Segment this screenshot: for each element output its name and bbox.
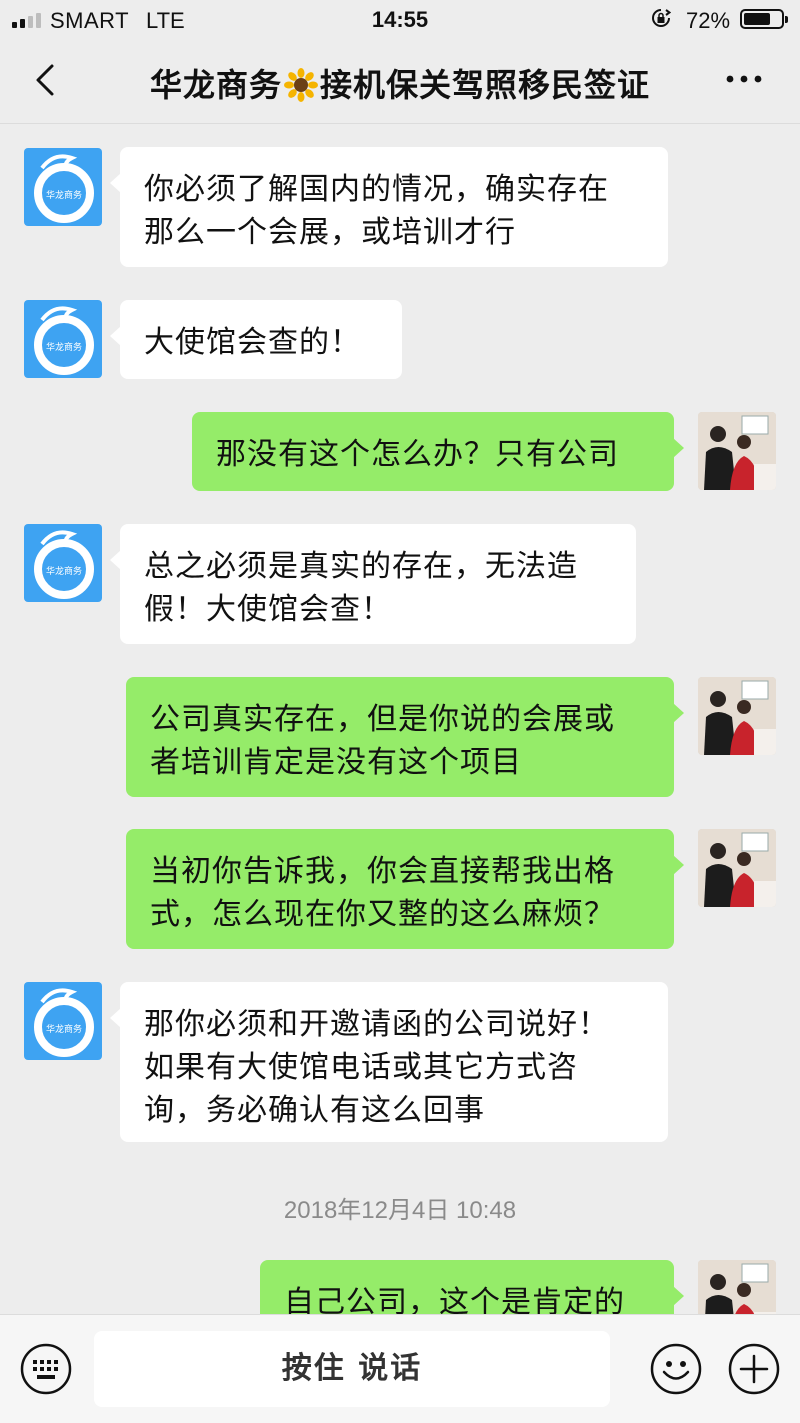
message-text-line: 那你必须和开邀请函的公司说好！ [144, 1007, 609, 1042]
message-timestamp: 2018年12月4日 10:48 [283, 1197, 517, 1224]
message-text-line: 你必须了解国内的情况，确实存在 [144, 172, 609, 207]
message-text-line: 大使馆会查的！ [144, 325, 361, 360]
message-bubble-received[interactable]: 你必须了解国内的情况，确实存在 那么一个会展，或培训才行 [110, 147, 668, 267]
message-text-line: 式，怎么现在你又整的这么麻烦？ [150, 897, 615, 932]
message-text-line: 者培训肯定是没有这个项目 [150, 745, 522, 780]
svg-text:华龙商务: 华龙商务 [46, 565, 82, 577]
message-bubble-sent[interactable]: 公司真实存在，但是你说的会展或 者培训肯定是没有这个项目 [126, 677, 684, 797]
message-bubble-received[interactable]: 大使馆会查的！ [110, 300, 402, 379]
chat-title-part2: 接机保关驾照移民签证 [320, 66, 651, 104]
user-avatar[interactable] [698, 677, 776, 755]
sunflower-icon [284, 68, 318, 102]
svg-text:华龙商务: 华龙商务 [46, 1023, 82, 1035]
user-avatar[interactable] [698, 412, 776, 490]
message-bubble-sent[interactable]: 那没有这个怎么办？只有公司 [192, 412, 684, 491]
message-text-line: 公司真实存在，但是你说的会展或 [150, 702, 615, 737]
status-bar: SMART LTE 14:55 72% [0, 0, 800, 40]
message-text-line: 当初你告诉我，你会直接帮我出格 [150, 854, 615, 889]
message-bubble-received[interactable]: 总之必须是真实的存在，无法造 假！大使馆会查！ [110, 524, 636, 644]
message-text-line: 总之必须是真实的存在，无法造 [144, 549, 578, 584]
message-text-line: 那么一个会展，或培训才行 [144, 215, 516, 250]
battery-percent: 72% [686, 8, 731, 33]
battery-icon [740, 9, 788, 29]
contact-avatar[interactable]: 华龙商务 [24, 300, 102, 378]
contact-avatar[interactable]: 华龙商务 [24, 982, 102, 1060]
message-text-line: 如果有大使馆电话或其它方式咨 [144, 1050, 578, 1085]
message-bubble-received[interactable]: 那你必须和开邀请函的公司说好！ 如果有大使馆电话或其它方式咨 询，务必确认有这么… [110, 982, 668, 1142]
message-text-line: 假！大使馆会查！ [144, 592, 392, 627]
svg-text:华龙商务: 华龙商务 [46, 189, 82, 201]
keyboard-icon[interactable] [20, 1343, 72, 1395]
chat-title-part1: 华龙商务 [149, 66, 282, 104]
user-avatar[interactable] [698, 829, 776, 907]
chat-title: 华龙商务 接机保关驾照移民签证 [0, 60, 800, 106]
hold-to-talk-button[interactable]: 按住 说话 [94, 1331, 610, 1407]
chat-input-bar: 按住 说话 [0, 1314, 800, 1423]
add-more-icon[interactable] [728, 1343, 780, 1395]
rotation-lock-icon [652, 9, 671, 27]
clock: 14:55 [371, 7, 429, 32]
message-text-line: 询，务必确认有这么回事 [144, 1093, 485, 1128]
message-text-line: 那没有这个怎么办？只有公司 [216, 437, 619, 472]
contact-avatar[interactable]: 华龙商务 [24, 148, 102, 226]
svg-text:华龙商务: 华龙商务 [46, 341, 82, 353]
more-options-icon[interactable] [724, 72, 764, 86]
message-bubble-sent[interactable]: 当初你告诉我，你会直接帮我出格 式，怎么现在你又整的这么麻烦？ [126, 829, 684, 949]
chat-header: 华龙商务 接机保关驾照移民签证 [0, 40, 800, 124]
contact-avatar[interactable]: 华龙商务 [24, 524, 102, 602]
emoji-icon[interactable] [650, 1343, 702, 1395]
